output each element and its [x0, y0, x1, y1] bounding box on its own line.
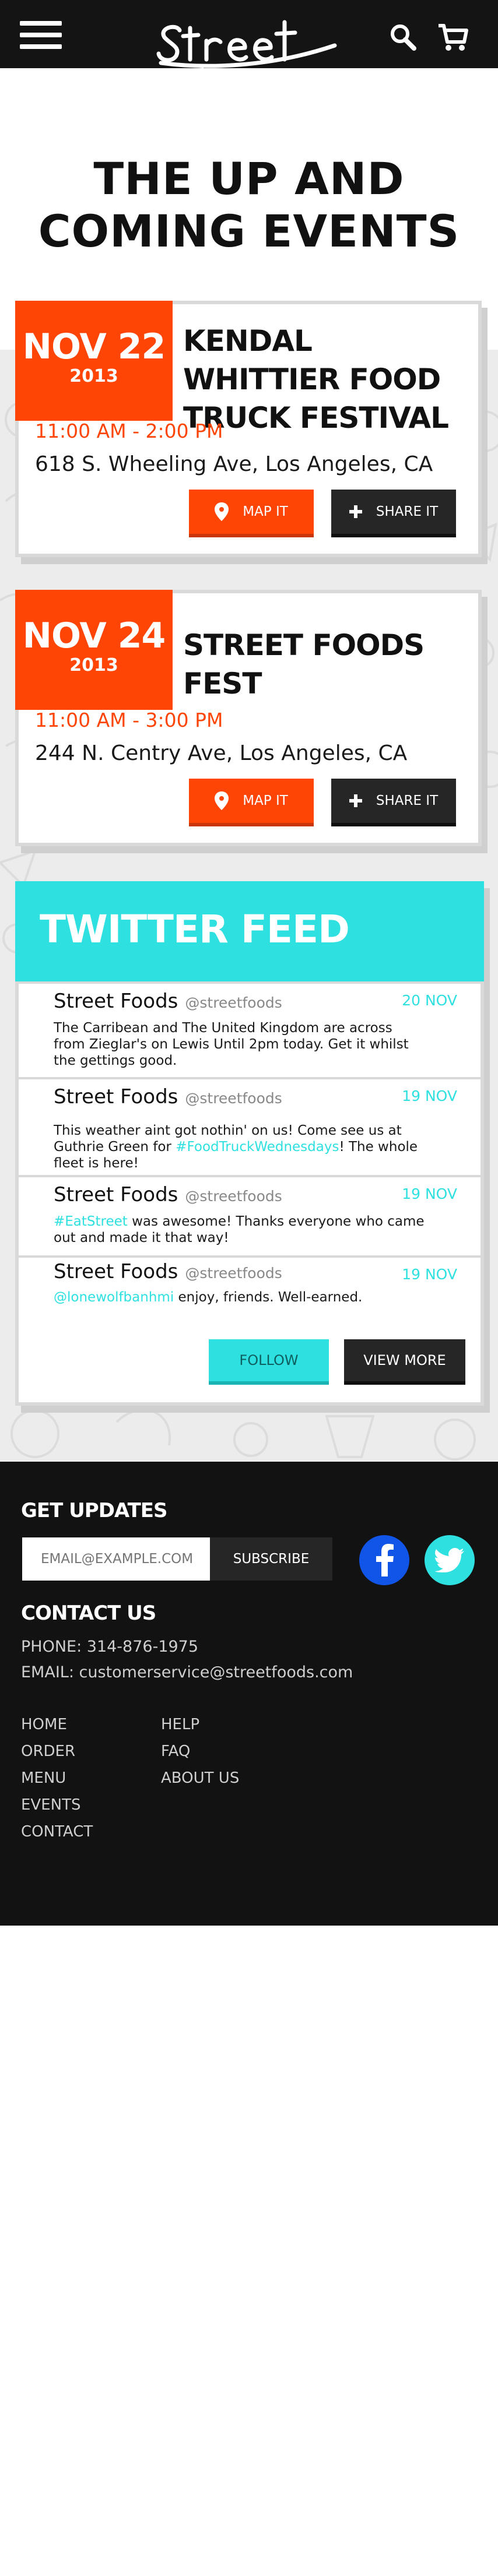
twitter-feed-title: Twitter Feed [40, 907, 350, 952]
tweet-user: Street Foods [54, 1260, 178, 1283]
footer-link-events[interactable]: Events [21, 1796, 80, 1814]
tweet-mention-link[interactable]: @lonewolfbanhmi [54, 1290, 174, 1305]
event-time: 11:00 AM - 3:00 PM [35, 709, 223, 731]
footer-link-help[interactable]: Help [161, 1716, 199, 1733]
share-it-label: Share It [376, 793, 439, 808]
event-year: 2013 [69, 366, 118, 386]
page-title-line-1: The Up And [93, 153, 405, 205]
footer-link-contact[interactable]: Contact [21, 1823, 93, 1840]
tweet-handle[interactable]: @streetfoods [185, 1188, 282, 1205]
footer: Get Updates Subscribe Contact Us PHONE: … [0, 1462, 498, 1926]
tweet-text: #EatStreet was awesome! Thanks everyone … [54, 1213, 427, 1246]
event-card: NOV 24 2013 Street Foods Fest 11:00 AM -… [15, 590, 482, 846]
contact-email[interactable]: EMAIL: customerservice@streetfoods.com [21, 1663, 353, 1681]
contact-us-heading: Contact Us [21, 1602, 156, 1625]
event-date-block: NOV 22 2013 [15, 301, 173, 421]
event-date-block: NOV 24 2013 [15, 590, 173, 710]
view-more-button[interactable]: View More [344, 1339, 465, 1381]
plus-icon [349, 794, 362, 807]
tweet-date: 19 NOV [402, 1185, 457, 1202]
top-bar [0, 0, 498, 111]
share-it-label: Share It [376, 504, 439, 519]
contact-phone: PHONE: 314-876-1975 [21, 1638, 199, 1656]
tweet-user: Street Foods [54, 1085, 178, 1108]
event-year: 2013 [69, 655, 118, 675]
tweet[interactable]: Street Foods @streetfoods 19 NOV @lonewol… [19, 1255, 481, 1319]
event-address: 618 S. Wheeling Ave, Los Angeles, CA [35, 452, 433, 476]
tweet-date: 19 NOV [402, 1088, 457, 1104]
subscribe-button[interactable]: Subscribe [210, 1537, 332, 1581]
map-it-label: Map It [243, 793, 288, 808]
event-month-day: NOV 22 [22, 326, 166, 367]
tweet-text-part: The Carribean and The United Kingdom are… [54, 1020, 409, 1068]
tweet-text: The Carribean and The United Kingdom are… [54, 1020, 427, 1069]
facebook-icon[interactable] [359, 1535, 409, 1585]
event-time: 11:00 AM - 2:00 PM [35, 420, 223, 442]
tweet[interactable]: Street Foods @streetfoods 20 NOV The Carr… [19, 981, 481, 1077]
footer-link-home[interactable]: Home [21, 1716, 67, 1733]
plus-icon [349, 505, 362, 518]
twitter-icon[interactable] [425, 1535, 475, 1585]
tweet-date: 20 NOV [402, 992, 457, 1009]
tweet-text-part: enjoy, friends. Well-earned. [174, 1290, 363, 1305]
share-it-button[interactable]: Share It [331, 490, 456, 534]
hamburger-menu-icon[interactable] [20, 21, 62, 49]
event-title: Street Foods Fest [183, 628, 425, 701]
twitter-feed-header: Twitter Feed [15, 881, 484, 981]
tweet-date: 19 NOV [402, 1266, 457, 1283]
page-title: The Up And Coming Events [0, 153, 498, 258]
tweet-handle[interactable]: @streetfoods [185, 1265, 282, 1282]
share-it-button[interactable]: Share It [331, 779, 456, 823]
cart-icon[interactable] [436, 21, 469, 54]
event-address: 244 N. Centry Ave, Los Angeles, CA [35, 741, 408, 765]
tweet-hashtag-link[interactable]: #FoodTruckWednesdays [176, 1139, 339, 1155]
twitter-feed: Twitter Feed Street Foods @streetfoods 20… [15, 881, 484, 1406]
tweet-text: @lonewolfbanhmi enjoy, friends. Well-ear… [54, 1289, 427, 1305]
tweet-handle[interactable]: @streetfoods [185, 994, 282, 1011]
tweet-user: Street Foods [54, 990, 178, 1013]
map-it-button[interactable]: Map It [189, 490, 314, 534]
footer-link-order[interactable]: Order [21, 1743, 75, 1760]
map-pin-icon [215, 791, 229, 810]
page-title-line-2: Coming Events [38, 205, 460, 257]
tweet-text: This weather aint got nothin' on us! Com… [54, 1122, 427, 1171]
tweet-hashtag-link[interactable]: #EatStreet [54, 1214, 128, 1229]
event-title: Kendal Whittier Food Truck Festival [183, 324, 449, 435]
follow-button[interactable]: Follow [209, 1339, 329, 1381]
tweet-handle[interactable]: @streetfoods [185, 1090, 282, 1107]
event-card: NOV 22 2013 Kendal Whittier Food Truck F… [15, 301, 482, 557]
get-updates-heading: Get Updates [21, 1499, 167, 1522]
footer-link-faq[interactable]: FAQ [161, 1743, 190, 1760]
footer-link-about-us[interactable]: About Us [161, 1769, 239, 1787]
email-input[interactable] [22, 1537, 210, 1581]
map-pin-icon [215, 502, 229, 521]
tweet[interactable]: Street Foods @streetfoods 19 NOV This wea… [19, 1077, 481, 1175]
search-icon[interactable] [387, 21, 420, 54]
street-foods-logo[interactable] [153, 10, 345, 111]
tweet[interactable]: Street Foods @streetfoods 19 NOV #EatStre… [19, 1175, 481, 1255]
map-it-button[interactable]: Map It [189, 779, 314, 823]
map-it-label: Map It [243, 504, 288, 519]
tweet-user: Street Foods [54, 1183, 178, 1206]
footer-link-menu[interactable]: Menu [21, 1769, 66, 1787]
event-month-day: NOV 24 [22, 615, 166, 656]
